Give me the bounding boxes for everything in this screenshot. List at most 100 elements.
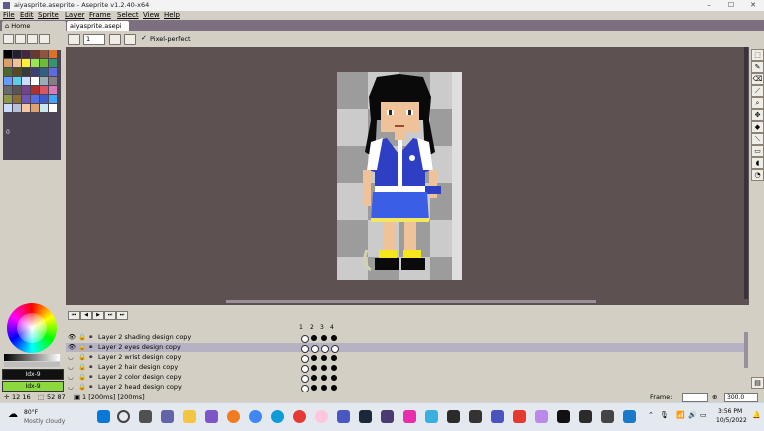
maximize-button[interactable]: ☐	[720, 0, 742, 11]
palette-swatch[interactable]	[4, 95, 12, 103]
tab-document[interactable]: aiyasprite.asepi ✕	[67, 21, 129, 40]
eye-icon[interactable]: 👁	[68, 343, 76, 352]
menu-select[interactable]: Select	[117, 11, 139, 20]
frame-header-1[interactable]: 1	[299, 324, 303, 331]
app-icon[interactable]	[315, 410, 328, 423]
palette-swatch[interactable]	[31, 50, 39, 58]
palette-swatch[interactable]	[31, 95, 39, 103]
alpha-slider[interactable]	[4, 362, 60, 367]
cel-filled[interactable]	[331, 354, 337, 361]
layer-row-selected[interactable]: 👁 🔒 ⚭ Layer 2 eyes design copy	[66, 343, 746, 353]
palette-swatch[interactable]	[22, 59, 30, 67]
chevron-up-icon[interactable]: ⌃	[648, 411, 654, 419]
eraser-icon[interactable]	[124, 34, 136, 45]
eye-icon[interactable]: 👁	[68, 333, 76, 342]
brightness-slider[interactable]	[4, 354, 60, 361]
eye-icon[interactable]: ◡	[68, 373, 74, 382]
palette-swatch[interactable]	[49, 50, 57, 58]
chat-icon[interactable]	[161, 410, 174, 423]
menu-view[interactable]: View	[143, 11, 160, 20]
clock-date[interactable]: 10/5/2022	[716, 417, 747, 424]
sprite-canvas[interactable]	[337, 72, 462, 280]
tab-home[interactable]: ⌂ Home	[2, 21, 66, 31]
wifi-icon[interactable]: 📶	[676, 411, 685, 419]
palette-swatch[interactable]	[4, 59, 12, 67]
palette-swatch[interactable]	[13, 104, 21, 112]
menu-file[interactable]: File	[3, 11, 15, 20]
palette-swatch[interactable]	[49, 86, 57, 94]
cel-filled[interactable]	[321, 364, 327, 371]
frame-input[interactable]	[682, 393, 708, 402]
cel-filled[interactable]	[331, 334, 337, 341]
palette-swatch[interactable]	[40, 95, 48, 103]
app-icon[interactable]	[293, 410, 306, 423]
palette-swatch[interactable]	[49, 68, 57, 76]
lock-icon[interactable]: 🔒	[78, 343, 86, 352]
palette-options-icon[interactable]	[39, 34, 50, 44]
first-frame-icon[interactable]: ⏮	[68, 311, 80, 320]
eye-icon[interactable]: ◡	[68, 353, 74, 362]
palette-swatch[interactable]	[22, 86, 30, 94]
lock-icon[interactable]: 🔒	[78, 353, 86, 362]
firefox-icon[interactable]	[227, 410, 240, 423]
palette-swatch[interactable]	[4, 86, 12, 94]
app-icon[interactable]	[205, 410, 218, 423]
eraser-tool-icon[interactable]: ⌫	[751, 73, 764, 85]
ink-button[interactable]	[109, 34, 121, 45]
next-frame-icon[interactable]: ⏭	[104, 311, 116, 320]
cel-filled[interactable]	[321, 354, 327, 361]
close-button[interactable]: ✕	[742, 0, 764, 11]
chrome-icon[interactable]	[249, 410, 262, 423]
line-tool-icon[interactable]: ⟍	[751, 133, 764, 145]
steam-icon[interactable]	[359, 410, 372, 423]
cel-filled[interactable]	[311, 384, 317, 391]
cel-empty[interactable]	[321, 344, 329, 353]
palette-swatch[interactable]	[13, 77, 21, 85]
teams-icon[interactable]	[491, 410, 504, 423]
link-icon[interactable]: ⚭	[88, 383, 93, 392]
palette-presets-icon[interactable]	[27, 34, 38, 44]
palette-edit-icon[interactable]	[3, 34, 14, 44]
menu-sprite[interactable]: Sprite	[38, 11, 59, 20]
weather-desc[interactable]: Mostly cloudy	[24, 418, 65, 425]
background-color-bar[interactable]: Idx-9	[2, 381, 64, 392]
cel-empty[interactable]	[301, 334, 309, 343]
palette-swatch[interactable]	[4, 104, 12, 112]
link-icon[interactable]: ⚭	[88, 353, 93, 362]
link-icon[interactable]: ⚭	[88, 333, 93, 342]
palette-swatch[interactable]	[40, 77, 48, 85]
check-icon[interactable]: ✓	[141, 34, 147, 42]
timeline-scrollbar[interactable]	[744, 332, 748, 368]
palette-swatch[interactable]	[13, 68, 21, 76]
cel-filled[interactable]	[331, 384, 337, 391]
cel-filled[interactable]	[311, 354, 317, 361]
palette-swatch[interactable]	[13, 86, 21, 94]
move-tool-icon[interactable]: ✥	[751, 109, 764, 121]
link-icon[interactable]: ⚭	[88, 373, 93, 382]
palette-swatch[interactable]	[31, 104, 39, 112]
cel-empty[interactable]	[301, 364, 309, 373]
zoom-icon[interactable]: ⊕	[712, 392, 717, 402]
windows-start-icon[interactable]	[97, 410, 110, 423]
cel-empty[interactable]	[331, 344, 339, 353]
eyedropper-tool-icon[interactable]: ⟋	[751, 85, 764, 97]
menu-edit[interactable]: Edit	[20, 11, 34, 20]
cel-filled[interactable]	[311, 334, 317, 341]
palette-swatch[interactable]	[22, 68, 30, 76]
palette-swatch[interactable]	[4, 68, 12, 76]
edge-icon[interactable]	[271, 410, 284, 423]
menu-help[interactable]: Help	[164, 11, 180, 20]
cel-empty[interactable]	[301, 344, 309, 353]
palette-swatch[interactable]	[40, 50, 48, 58]
palette-swatch[interactable]	[49, 77, 57, 85]
microphone-icon[interactable]: 🎙	[660, 411, 669, 419]
lasso-tool-icon[interactable]: ✎	[751, 61, 764, 73]
frame-header-4[interactable]: 4	[330, 324, 334, 331]
palette-swatch[interactable]	[31, 86, 39, 94]
minimize-button[interactable]: –	[698, 0, 720, 11]
app-icon[interactable]	[579, 410, 592, 423]
task-view-icon[interactable]	[139, 410, 152, 423]
palette-swatch[interactable]	[31, 77, 39, 85]
aseprite-icon[interactable]	[381, 410, 394, 423]
palette-swatch[interactable]	[22, 50, 30, 58]
